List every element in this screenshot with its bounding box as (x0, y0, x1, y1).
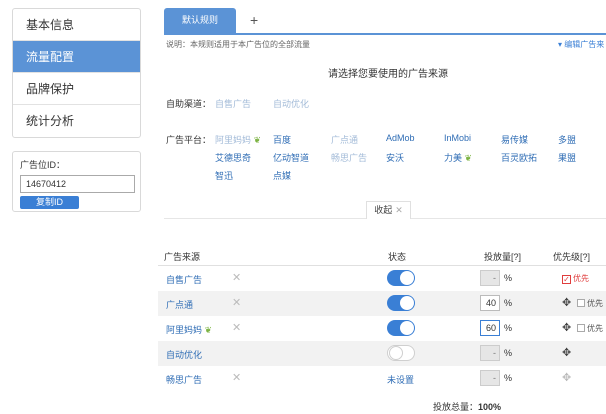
total-volume: 投放总量：100% (433, 402, 502, 412)
drag-handle-icon[interactable]: ✥ (562, 346, 571, 359)
drag-handle-icon[interactable]: ✥ (562, 371, 571, 384)
status-toggle[interactable] (387, 320, 415, 336)
copy-id-button[interactable]: 复制ID (20, 196, 79, 209)
checkbox-icon (577, 299, 585, 307)
status-toggle[interactable] (387, 295, 415, 311)
platform-admob[interactable]: AdMob (386, 133, 415, 143)
platform-adsage[interactable]: 艾德思奇 (215, 151, 251, 164)
ad-slot-label: 广告位ID： (20, 160, 66, 170)
table-row: 自售广告 ✕ - % ✓ 优先 (158, 266, 606, 291)
sidebar-item-statistics[interactable]: 统计分析 (13, 105, 140, 137)
collapse-button[interactable]: 收起 ✕ (366, 201, 411, 219)
leaf-icon: ❦ (464, 153, 473, 163)
source-name[interactable]: 广点通 (166, 298, 193, 311)
check-icon: ✓ (562, 275, 571, 284)
leaf-icon: ❦ (204, 325, 213, 335)
platform-alimama[interactable]: 阿里妈妈 ❦ (215, 133, 261, 146)
toggle-knob (400, 296, 414, 310)
status-toggle[interactable] (387, 270, 415, 286)
table-row: 广点通 ✕ 40 % ✥ 优先 (158, 291, 606, 316)
delete-icon[interactable]: ✕ (232, 271, 241, 284)
col-status: 状态 (388, 252, 407, 262)
status-unset-link[interactable]: 未设置 (387, 373, 414, 386)
sidebar-item-traffic-config[interactable]: 流量配置 (13, 41, 140, 73)
platform-duomeng[interactable]: 多盟 (558, 133, 576, 146)
self-channel-label: 自助渠道： (166, 99, 212, 109)
priority-checkbox[interactable]: 优先 (577, 298, 603, 309)
drag-handle-icon[interactable]: ✥ (562, 321, 571, 334)
percent-sign: % (504, 373, 513, 383)
tab-default-rule[interactable]: 默认规则 (164, 8, 236, 33)
percent-sign: % (504, 348, 513, 358)
percent-sign: % (504, 273, 513, 283)
ad-slot-panel: 广告位ID： 14670412 复制ID (12, 151, 141, 212)
table-row: 畅思广告 ✕ 未设置 - % ✥ (158, 366, 606, 391)
self-channel-auto-optimize[interactable]: 自动优化 (273, 97, 309, 110)
checkbox-icon (577, 324, 585, 332)
rule-note: 说明：本规则适用于本广告位的全部流量 (166, 40, 310, 49)
sidebar: 基本信息 流量配置 品牌保护 统计分析 (12, 8, 141, 138)
platform-changsi[interactable]: 畅思广告 (331, 151, 367, 164)
self-channel-self-sale[interactable]: 自售广告 (215, 97, 251, 110)
platform-guomeng[interactable]: 果盟 (558, 151, 576, 164)
platform-inmobi[interactable]: InMobi (444, 133, 471, 143)
platform-baidu[interactable]: 百度 (273, 133, 291, 146)
col-priority[interactable]: 优先级[?] (553, 250, 590, 263)
col-volume[interactable]: 投放量[?] (484, 250, 521, 263)
platform-label: 广告平台： (166, 135, 212, 145)
platform-limei[interactable]: 力美 ❦ (444, 151, 472, 164)
delete-icon[interactable]: ✕ (232, 371, 241, 384)
edit-ad-source-link[interactable]: ▾ 编辑广告来 (558, 39, 604, 50)
priority-checkbox[interactable]: 优先 (577, 323, 603, 334)
table-header: 广告来源 状态 投放量[?] 优先级[?] (158, 244, 606, 266)
source-name[interactable]: 自售广告 (166, 273, 202, 286)
col-source: 广告来源 (164, 252, 201, 262)
toggle-knob (389, 346, 403, 360)
platform-zhixun[interactable]: 智迅 (215, 169, 233, 182)
sidebar-item-brand-protection[interactable]: 品牌保护 (13, 73, 140, 105)
drag-handle-icon[interactable]: ✥ (562, 296, 571, 309)
source-name[interactable]: 自动优化 (166, 348, 202, 361)
toggle-knob (400, 271, 414, 285)
tab-underline (164, 33, 606, 35)
source-name[interactable]: 畅思广告 (166, 373, 202, 386)
add-tab-button[interactable]: + (250, 12, 258, 28)
sidebar-item-basic-info[interactable]: 基本信息 (13, 9, 140, 41)
percent-sign: % (504, 323, 513, 333)
volume-input[interactable]: 60 (480, 320, 500, 336)
ad-slot-id-field[interactable]: 14670412 (20, 175, 135, 193)
source-name[interactable]: 阿里妈妈 ❦ (166, 323, 212, 336)
platform-dianmei[interactable]: 点媒 (273, 169, 291, 182)
platform-guangdiantong[interactable]: 广点通 (331, 133, 358, 146)
platform-yidong[interactable]: 亿动智道 (273, 151, 309, 164)
percent-sign: % (504, 298, 513, 308)
status-toggle[interactable] (387, 345, 415, 361)
platform-bailing[interactable]: 百灵欧拓 (501, 151, 537, 164)
platform-yichuanmei[interactable]: 易传媒 (501, 133, 528, 146)
volume-input: - (480, 345, 500, 361)
volume-input: - (480, 270, 500, 286)
section-heading: 请选择您要使用的广告来源 (328, 69, 448, 80)
leaf-icon: ❦ (253, 135, 262, 145)
priority-checkbox[interactable]: ✓ 优先 (562, 273, 589, 284)
close-icon: ✕ (395, 205, 403, 215)
toggle-knob (400, 321, 414, 335)
volume-input[interactable]: 40 (480, 295, 500, 311)
table-row: 阿里妈妈 ❦ ✕ 60 % ✥ 优先 (158, 316, 606, 341)
delete-icon[interactable]: ✕ (232, 321, 241, 334)
table-row: 自动优化 - % ✥ (158, 341, 606, 366)
delete-icon[interactable]: ✕ (232, 296, 241, 309)
platform-anwo[interactable]: 安沃 (386, 151, 404, 164)
volume-input: - (480, 370, 500, 386)
